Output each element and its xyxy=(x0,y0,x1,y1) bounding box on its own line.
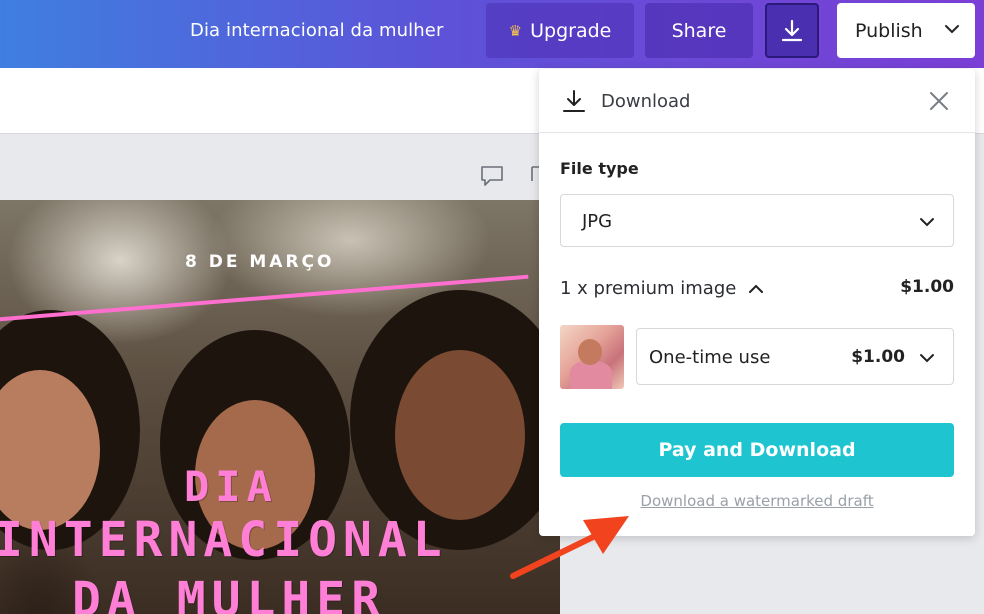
design-canvas[interactable]: 8 DE MARÇO DIA INTERNACIONAL DA MULHER xyxy=(0,200,560,614)
file-type-label: File type xyxy=(560,159,639,178)
chevron-up-icon xyxy=(749,284,764,293)
document-title[interactable]: Dia internacional da mulher xyxy=(190,20,443,41)
share-label: Share xyxy=(671,19,727,42)
share-button[interactable]: Share xyxy=(645,3,753,58)
license-select[interactable]: One-time use $1.00 xyxy=(636,328,954,385)
download-panel-title: Download xyxy=(601,91,691,112)
download-panel-header: Download xyxy=(539,69,975,133)
download-icon xyxy=(781,19,803,41)
design-date-text: 8 DE MARÇO xyxy=(185,252,335,272)
person-right-face xyxy=(395,350,525,520)
thumbnail-figure-body xyxy=(570,361,612,389)
download-icon xyxy=(563,90,585,112)
top-bar: Dia internacional da mulher ♛ Upgrade Sh… xyxy=(0,0,984,68)
premium-image-toggle[interactable]: 1 x premium image xyxy=(560,278,764,299)
chevron-down-icon xyxy=(920,354,934,363)
chevron-down-icon xyxy=(945,25,959,34)
comment-icon[interactable] xyxy=(480,165,504,187)
thumbnail-figure-head xyxy=(578,339,602,365)
premium-image-thumbnail xyxy=(560,325,624,389)
download-button[interactable] xyxy=(765,3,819,58)
annotation-arrow-icon xyxy=(510,516,629,579)
upgrade-button[interactable]: ♛ Upgrade xyxy=(486,3,634,58)
pay-and-download-button[interactable]: Pay and Download xyxy=(560,423,954,477)
design-title-line3: DA MULHER xyxy=(72,572,387,614)
premium-image-label: 1 x premium image xyxy=(560,278,737,299)
premium-total-price: $1.00 xyxy=(900,277,954,297)
download-panel: Download File type JPG 1 x premium image… xyxy=(539,69,975,536)
close-icon[interactable] xyxy=(929,91,949,111)
license-value: One-time use xyxy=(649,347,771,368)
publish-label: Publish xyxy=(855,19,923,42)
publish-button[interactable]: Publish xyxy=(837,3,975,58)
crown-icon: ♛ xyxy=(508,21,523,40)
file-type-value: JPG xyxy=(582,211,613,232)
design-title-line1: DIA xyxy=(184,462,278,511)
file-type-select[interactable]: JPG xyxy=(560,194,954,247)
upgrade-label: Upgrade xyxy=(530,19,612,42)
chevron-down-icon xyxy=(920,218,934,227)
license-price: $1.00 xyxy=(851,347,905,367)
design-title-line2: INTERNACIONAL xyxy=(0,512,448,568)
